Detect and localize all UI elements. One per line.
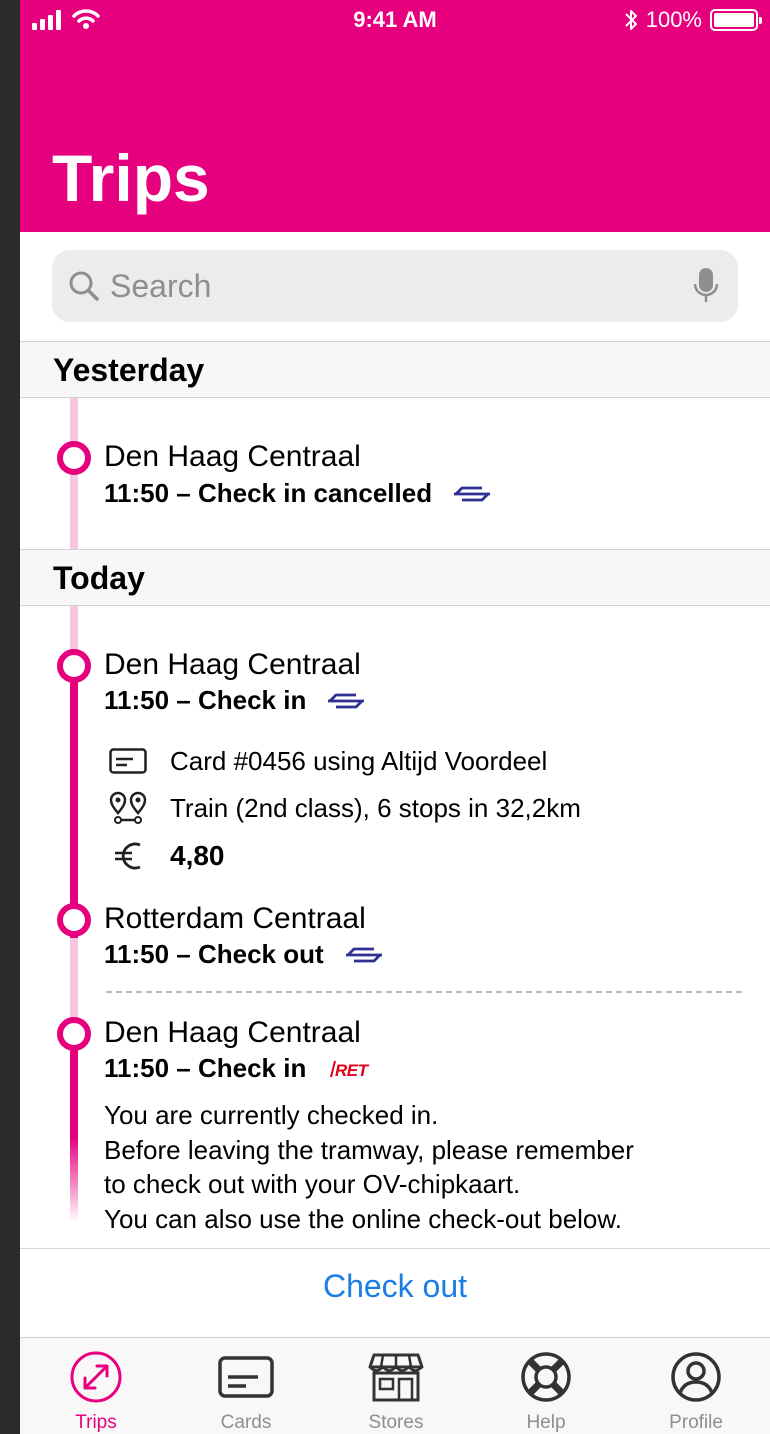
price-text: 4,80 [170,840,225,871]
header: 9:41 AM 100% Trips [20,0,770,232]
card-icon [109,748,147,774]
section-header-yesterday: Yesterday [20,341,770,398]
timeline-node-current [57,1017,91,1051]
trip-detail-price: 4,80 [108,836,225,876]
tab-trips[interactable]: Trips [41,1348,151,1434]
card-detail-text: Card #0456 using Altijd Voordeel [170,745,548,776]
message-line: You can also use the online check-out be… [104,1203,622,1234]
divider [20,1248,770,1249]
section-title: Yesterday [53,352,205,388]
stop-name: Rotterdam Centraal [104,902,366,935]
check-out-button[interactable]: Check out [20,1268,770,1305]
ret-logo-text: RET [335,1061,370,1079]
tab-label: Cards [220,1412,272,1433]
stop-status: 11:50 – Check in cancelled [104,478,492,509]
ret-logo-icon: RET [330,1060,370,1079]
euro-icon [115,842,141,870]
lifebuoy-icon [521,1352,571,1402]
profile-icon [671,1352,721,1402]
timeline-node-check-out [57,903,91,937]
bluetooth-icon [625,10,637,30]
ns-logo-icon [454,486,491,501]
tab-bar: Trips Cards Stores Help Profile [20,1337,770,1434]
ns-logo-icon [328,693,365,708]
message-line: to check out with your OV-chipkaart. [104,1169,521,1199]
message-line: You are currently checked in. [104,1100,439,1130]
timeline-line-trip [70,662,78,938]
tab-profile[interactable]: Profile [641,1348,751,1434]
timeline-node [57,441,91,475]
stop-name: Den Haag Centraal [104,648,361,681]
battery-icon [710,9,762,31]
search-bar[interactable] [52,250,738,322]
tab-help[interactable]: Help [491,1348,601,1434]
ns-logo-icon [345,947,382,962]
status-bar: 9:41 AM 100% [20,0,770,40]
device-bezel [0,0,20,1434]
stop-status-text: 11:50 – Check in [104,1053,307,1083]
status-right: 100% [624,7,762,33]
search-input[interactable] [110,264,670,308]
tab-label: Profile [669,1412,723,1433]
trip-divider [106,991,742,993]
store-icon [368,1353,424,1402]
tab-label: Help [526,1412,566,1433]
route-detail-text: Train (2nd class), 6 stops in 32,2km [170,792,581,823]
checked-in-message: You are currently checked in. Before lea… [104,1098,744,1236]
microphone-icon[interactable] [692,266,720,306]
tab-label: Stores [368,1412,424,1433]
tab-stores[interactable]: Stores [341,1348,451,1434]
section-header-today: Today [20,549,770,606]
tab-label: Trips [75,1412,117,1433]
stop-status-text: 11:50 – Check in [104,685,307,715]
stop-status: 11:50 – Check in RET [104,1053,370,1084]
stop-status: 11:50 – Check in [104,685,366,716]
page-title: Trips [52,141,210,215]
trip-detail-card: Card #0456 using Altijd Voordeel [108,741,547,781]
stop-name: Den Haag Centraal [104,1016,361,1049]
card-icon [218,1356,274,1398]
battery-percentage: 100% [645,7,702,32]
stop-status-text: 11:50 – Check in cancelled [104,478,433,508]
message-line: Before leaving the tramway, please remem… [104,1134,634,1165]
route-pins-icon [109,791,147,824]
timeline-node-check-in [57,649,91,683]
stop-status: 11:50 – Check out [104,939,384,970]
timeline-line-current [70,1033,78,1223]
stop-status-text: 11:50 – Check out [104,939,324,969]
tab-cards[interactable]: Cards [191,1348,301,1434]
trip-detail-route: Train (2nd class), 6 stops in 32,2km [108,788,581,828]
search-icon [69,271,99,301]
trips-screen: 9:41 AM 100% Trips Yesterday Den Ha [20,0,770,1434]
trips-icon [70,1351,122,1403]
section-title: Today [53,560,145,596]
stop-name: Den Haag Centraal [104,440,361,473]
